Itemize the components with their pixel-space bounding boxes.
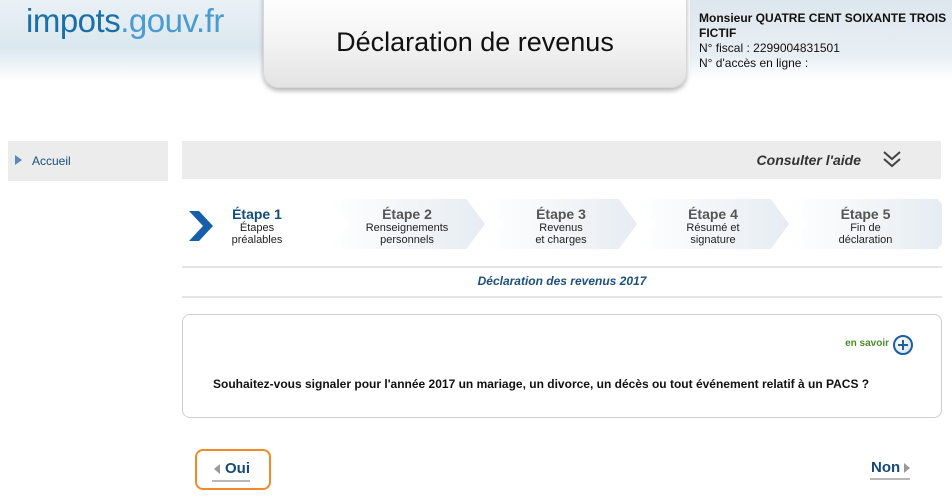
section-divider-bottom: [182, 296, 942, 298]
step-3-number: Étape 3: [536, 206, 586, 222]
question-text: Souhaitez-vous signaler pour l'année 201…: [213, 377, 870, 391]
step-3-line1: Revenus: [539, 222, 583, 234]
section-title: Déclaration des revenus 2017: [477, 274, 647, 288]
step-3: Étape 3 Revenus et charges: [485, 199, 637, 249]
step-1: Étape 1 Étapes préalables: [182, 199, 322, 249]
step-4-number: Étape 4: [688, 206, 738, 222]
logo-text-main: impots: [26, 2, 121, 39]
header-left-panel: impots.gouv.fr: [0, 0, 265, 80]
step-5-line2: déclaration: [838, 234, 893, 246]
header: impots.gouv.fr Déclaration de revenus Mo…: [0, 0, 952, 88]
fiscal-number: N° fiscal : 2299004831501: [699, 41, 840, 55]
sidebar-item-accueil[interactable]: Accueil: [8, 141, 168, 181]
step-2-line1: Renseignements: [365, 222, 449, 234]
no-button[interactable]: Non: [868, 455, 918, 485]
question-card: en savoir Souhaitez-vous signaler pour l…: [182, 314, 942, 418]
step-2-number: Étape 2: [382, 206, 432, 222]
site-logo[interactable]: impots.gouv.fr: [26, 2, 224, 40]
arrow-left-icon: [214, 464, 220, 474]
step-4-line2: signature: [690, 234, 736, 246]
step-5: Étape 5 Fin de déclaration: [789, 199, 942, 249]
step-4-line1: Résumé et: [686, 222, 740, 234]
plus-circle-icon[interactable]: [893, 335, 913, 355]
yes-button-label: Oui: [225, 460, 250, 477]
step-5-line1: Fin de: [850, 222, 881, 234]
no-underline: [870, 478, 910, 480]
logo-text-domain: .gouv.fr: [120, 2, 224, 39]
triangle-right-icon: [15, 155, 22, 165]
double-chevron-down-icon[interactable]: [881, 149, 903, 171]
step-5-number: Étape 5: [840, 206, 891, 222]
steps-progress: Étape 1 Étapes préalables Étape 2 Rensei…: [182, 199, 942, 249]
no-button-label: Non: [871, 459, 901, 476]
access-number: N° d'accès en ligne :: [699, 56, 809, 70]
step-2: Étape 2 Renseignements personnels: [329, 199, 485, 249]
step-4: Étape 4 Résumé et signature: [637, 199, 789, 249]
user-info: Monsieur QUATRE CENT SOIXANTE TROIS FICT…: [699, 11, 949, 71]
section-divider-top: [182, 266, 942, 268]
sidebar-item-label: Accueil: [32, 154, 71, 168]
learn-more-link[interactable]: en savoir: [845, 338, 889, 349]
help-link[interactable]: Consulter l'aide: [757, 152, 861, 168]
help-bar: Consulter l'aide: [182, 141, 941, 179]
page-title-tab: Déclaration de revenus: [263, 0, 687, 88]
step-2-line2: personnels: [380, 234, 434, 246]
yes-button[interactable]: Oui: [195, 449, 271, 490]
step-3-line2: et charges: [535, 234, 587, 246]
page-title: Déclaration de revenus: [336, 27, 614, 57]
user-name: Monsieur QUATRE CENT SOIXANTE TROIS FICT…: [699, 11, 947, 40]
chevron-right-icon: [189, 211, 213, 241]
arrow-right-icon: [904, 463, 910, 473]
yes-underline: [212, 480, 250, 482]
